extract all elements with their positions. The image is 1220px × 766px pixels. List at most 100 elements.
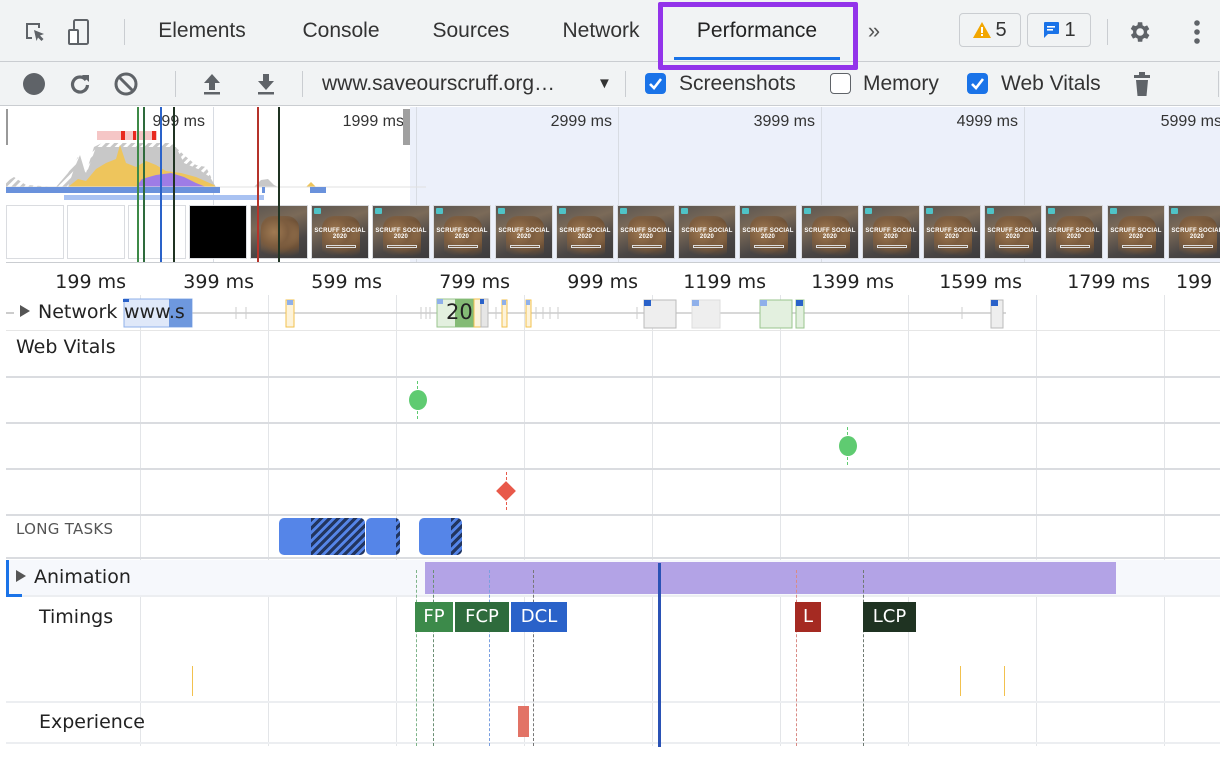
clear-button[interactable] bbox=[112, 70, 140, 98]
timings-track-label: Timings bbox=[39, 606, 114, 628]
reload-icon bbox=[70, 75, 90, 94]
long-task-block[interactable] bbox=[366, 518, 400, 555]
lcp-vital-marker[interactable] bbox=[839, 436, 857, 456]
settings-gear-icon[interactable] bbox=[1126, 19, 1152, 45]
layout-shift-marker[interactable] bbox=[518, 706, 529, 737]
screenshot-frame[interactable]: SCRUFF SOCIAL 2020 bbox=[495, 205, 553, 259]
row-divider bbox=[6, 742, 1220, 744]
checkmark-icon bbox=[649, 78, 663, 90]
cpu-activity-blip bbox=[306, 182, 316, 187]
frame-title: SCRUFF SOCIAL 2020 bbox=[742, 228, 794, 240]
frame-title: SCRUFF SOCIAL 2020 bbox=[1171, 228, 1220, 240]
more-options-icon[interactable] bbox=[1184, 19, 1210, 45]
lane-divider bbox=[6, 514, 1220, 516]
screenshot-frame[interactable]: SCRUFF SOCIAL 2020 bbox=[617, 205, 675, 259]
tab-sources[interactable]: Sources bbox=[412, 0, 530, 62]
event-tick[interactable] bbox=[192, 666, 193, 696]
tab-label: Console bbox=[302, 19, 380, 42]
screenshot-frame[interactable] bbox=[189, 205, 247, 259]
screenshot-frame[interactable] bbox=[6, 205, 64, 259]
fcp-timing-chip[interactable]: FCP bbox=[455, 602, 509, 632]
experience-track-label: Experience bbox=[39, 711, 145, 733]
screenshot-frame[interactable]: SCRUFF SOCIAL 2020 bbox=[678, 205, 736, 259]
screenshot-frame[interactable]: SCRUFF SOCIAL 2020 bbox=[1107, 205, 1165, 259]
tab-console[interactable]: Console bbox=[282, 0, 400, 62]
record-icon bbox=[23, 73, 45, 95]
event-tick[interactable] bbox=[1004, 666, 1005, 696]
tab-label: Sources bbox=[432, 19, 510, 42]
timeline-overview[interactable]: 999 ms 1999 ms 2999 ms 3999 ms 4999 ms 5… bbox=[6, 107, 1220, 263]
fp-timing-chip[interactable]: FP bbox=[415, 602, 453, 632]
messages-count: 1 bbox=[1064, 18, 1076, 41]
screenshot-frame[interactable]: SCRUFF SOCIAL 2020 bbox=[739, 205, 797, 259]
site-logo-icon bbox=[375, 208, 382, 214]
warnings-badge[interactable]: 5 bbox=[959, 13, 1021, 47]
screenshot-frame[interactable]: SCRUFF SOCIAL 2020 bbox=[923, 205, 981, 259]
frame-title: SCRUFF SOCIAL 2020 bbox=[375, 228, 427, 240]
frame-title: SCRUFF SOCIAL 2020 bbox=[314, 228, 366, 240]
long-task-block[interactable] bbox=[279, 518, 365, 555]
inspect-element-icon[interactable] bbox=[22, 19, 48, 45]
animation-track-header[interactable]: Animation bbox=[16, 566, 131, 588]
screenshots-checkbox[interactable] bbox=[645, 73, 666, 94]
long-task-overrun bbox=[396, 518, 400, 555]
screenshots-filmstrip[interactable]: SCRUFF SOCIAL 2020 SCRUFF SOCIAL 2020 SCRU… bbox=[6, 205, 1220, 261]
network-track-header[interactable]: Network bbox=[20, 301, 117, 323]
messages-badge[interactable]: 1 bbox=[1027, 13, 1091, 47]
divider bbox=[1107, 19, 1108, 45]
track-selection-indicator bbox=[6, 560, 9, 597]
memory-label: Memory bbox=[863, 72, 939, 95]
frame-button bbox=[1183, 245, 1213, 248]
tab-network[interactable]: Network bbox=[542, 0, 660, 62]
record-button[interactable] bbox=[20, 70, 48, 98]
tab-label: Network bbox=[562, 19, 640, 42]
frame-title: SCRUFF SOCIAL 2020 bbox=[804, 228, 856, 240]
cls-vital-marker[interactable] bbox=[496, 481, 516, 501]
tab-elements[interactable]: Elements bbox=[142, 0, 262, 62]
time-cursor[interactable] bbox=[658, 563, 661, 747]
network-request-label: www.s bbox=[124, 301, 185, 323]
reload-record-button[interactable] bbox=[66, 70, 94, 98]
long-task-block[interactable] bbox=[419, 518, 462, 555]
divider bbox=[124, 19, 125, 45]
grid-line bbox=[652, 295, 653, 746]
site-logo-icon bbox=[926, 208, 933, 214]
load-timing-chip[interactable]: L bbox=[795, 602, 821, 632]
more-tabs-button[interactable]: » bbox=[860, 0, 888, 62]
screenshot-frame[interactable]: SCRUFF SOCIAL 2020 bbox=[862, 205, 920, 259]
screenshot-frame[interactable]: SCRUFF SOCIAL 2020 bbox=[801, 205, 859, 259]
site-logo-icon bbox=[620, 208, 627, 214]
screenshot-frame[interactable]: SCRUFF SOCIAL 2020 bbox=[1168, 205, 1220, 259]
screenshot-frame[interactable]: SCRUFF SOCIAL 2020 bbox=[984, 205, 1042, 259]
long-task-marker bbox=[121, 131, 125, 140]
long-tasks-label: LONG TASKS bbox=[16, 520, 114, 538]
tab-label: Performance bbox=[696, 19, 818, 42]
animation-event-bar[interactable] bbox=[425, 562, 1116, 594]
lcp-timing-line bbox=[863, 570, 864, 746]
web-vitals-checkbox[interactable] bbox=[967, 73, 988, 94]
screenshot-frame[interactable]: SCRUFF SOCIAL 2020 bbox=[311, 205, 369, 259]
dcl-end-timing-line bbox=[533, 570, 534, 746]
memory-checkbox[interactable] bbox=[830, 73, 851, 94]
screenshot-frame[interactable]: SCRUFF SOCIAL 2020 bbox=[372, 205, 430, 259]
row-divider bbox=[6, 701, 1220, 703]
profile-select[interactable]: www.saveourscruff.org… ▼ bbox=[322, 62, 612, 106]
screenshot-frame[interactable]: SCRUFF SOCIAL 2020 bbox=[1045, 205, 1103, 259]
cpu-activity-chart bbox=[6, 131, 426, 200]
save-profile-button[interactable] bbox=[252, 70, 280, 98]
dcl-timing-chip[interactable]: DCL bbox=[511, 602, 567, 632]
event-tick[interactable] bbox=[960, 666, 961, 696]
long-task-overrun bbox=[451, 518, 462, 555]
device-toolbar-icon[interactable] bbox=[66, 19, 92, 45]
site-logo-icon bbox=[1110, 208, 1117, 214]
screenshot-frame[interactable]: SCRUFF SOCIAL 2020 bbox=[556, 205, 614, 259]
lcp-timing-chip[interactable]: LCP bbox=[863, 602, 916, 632]
screenshot-frame[interactable]: SCRUFF SOCIAL 2020 bbox=[433, 205, 491, 259]
network-track[interactable]: Network www.s 20 bbox=[6, 295, 1220, 331]
fcp-vital-marker[interactable] bbox=[409, 390, 427, 410]
screenshot-frame[interactable] bbox=[67, 205, 125, 259]
lcp-marker-line bbox=[278, 107, 280, 262]
collect-garbage-button[interactable] bbox=[1128, 70, 1156, 98]
load-profile-button[interactable] bbox=[198, 70, 226, 98]
tab-performance[interactable]: Performance bbox=[662, 0, 852, 62]
